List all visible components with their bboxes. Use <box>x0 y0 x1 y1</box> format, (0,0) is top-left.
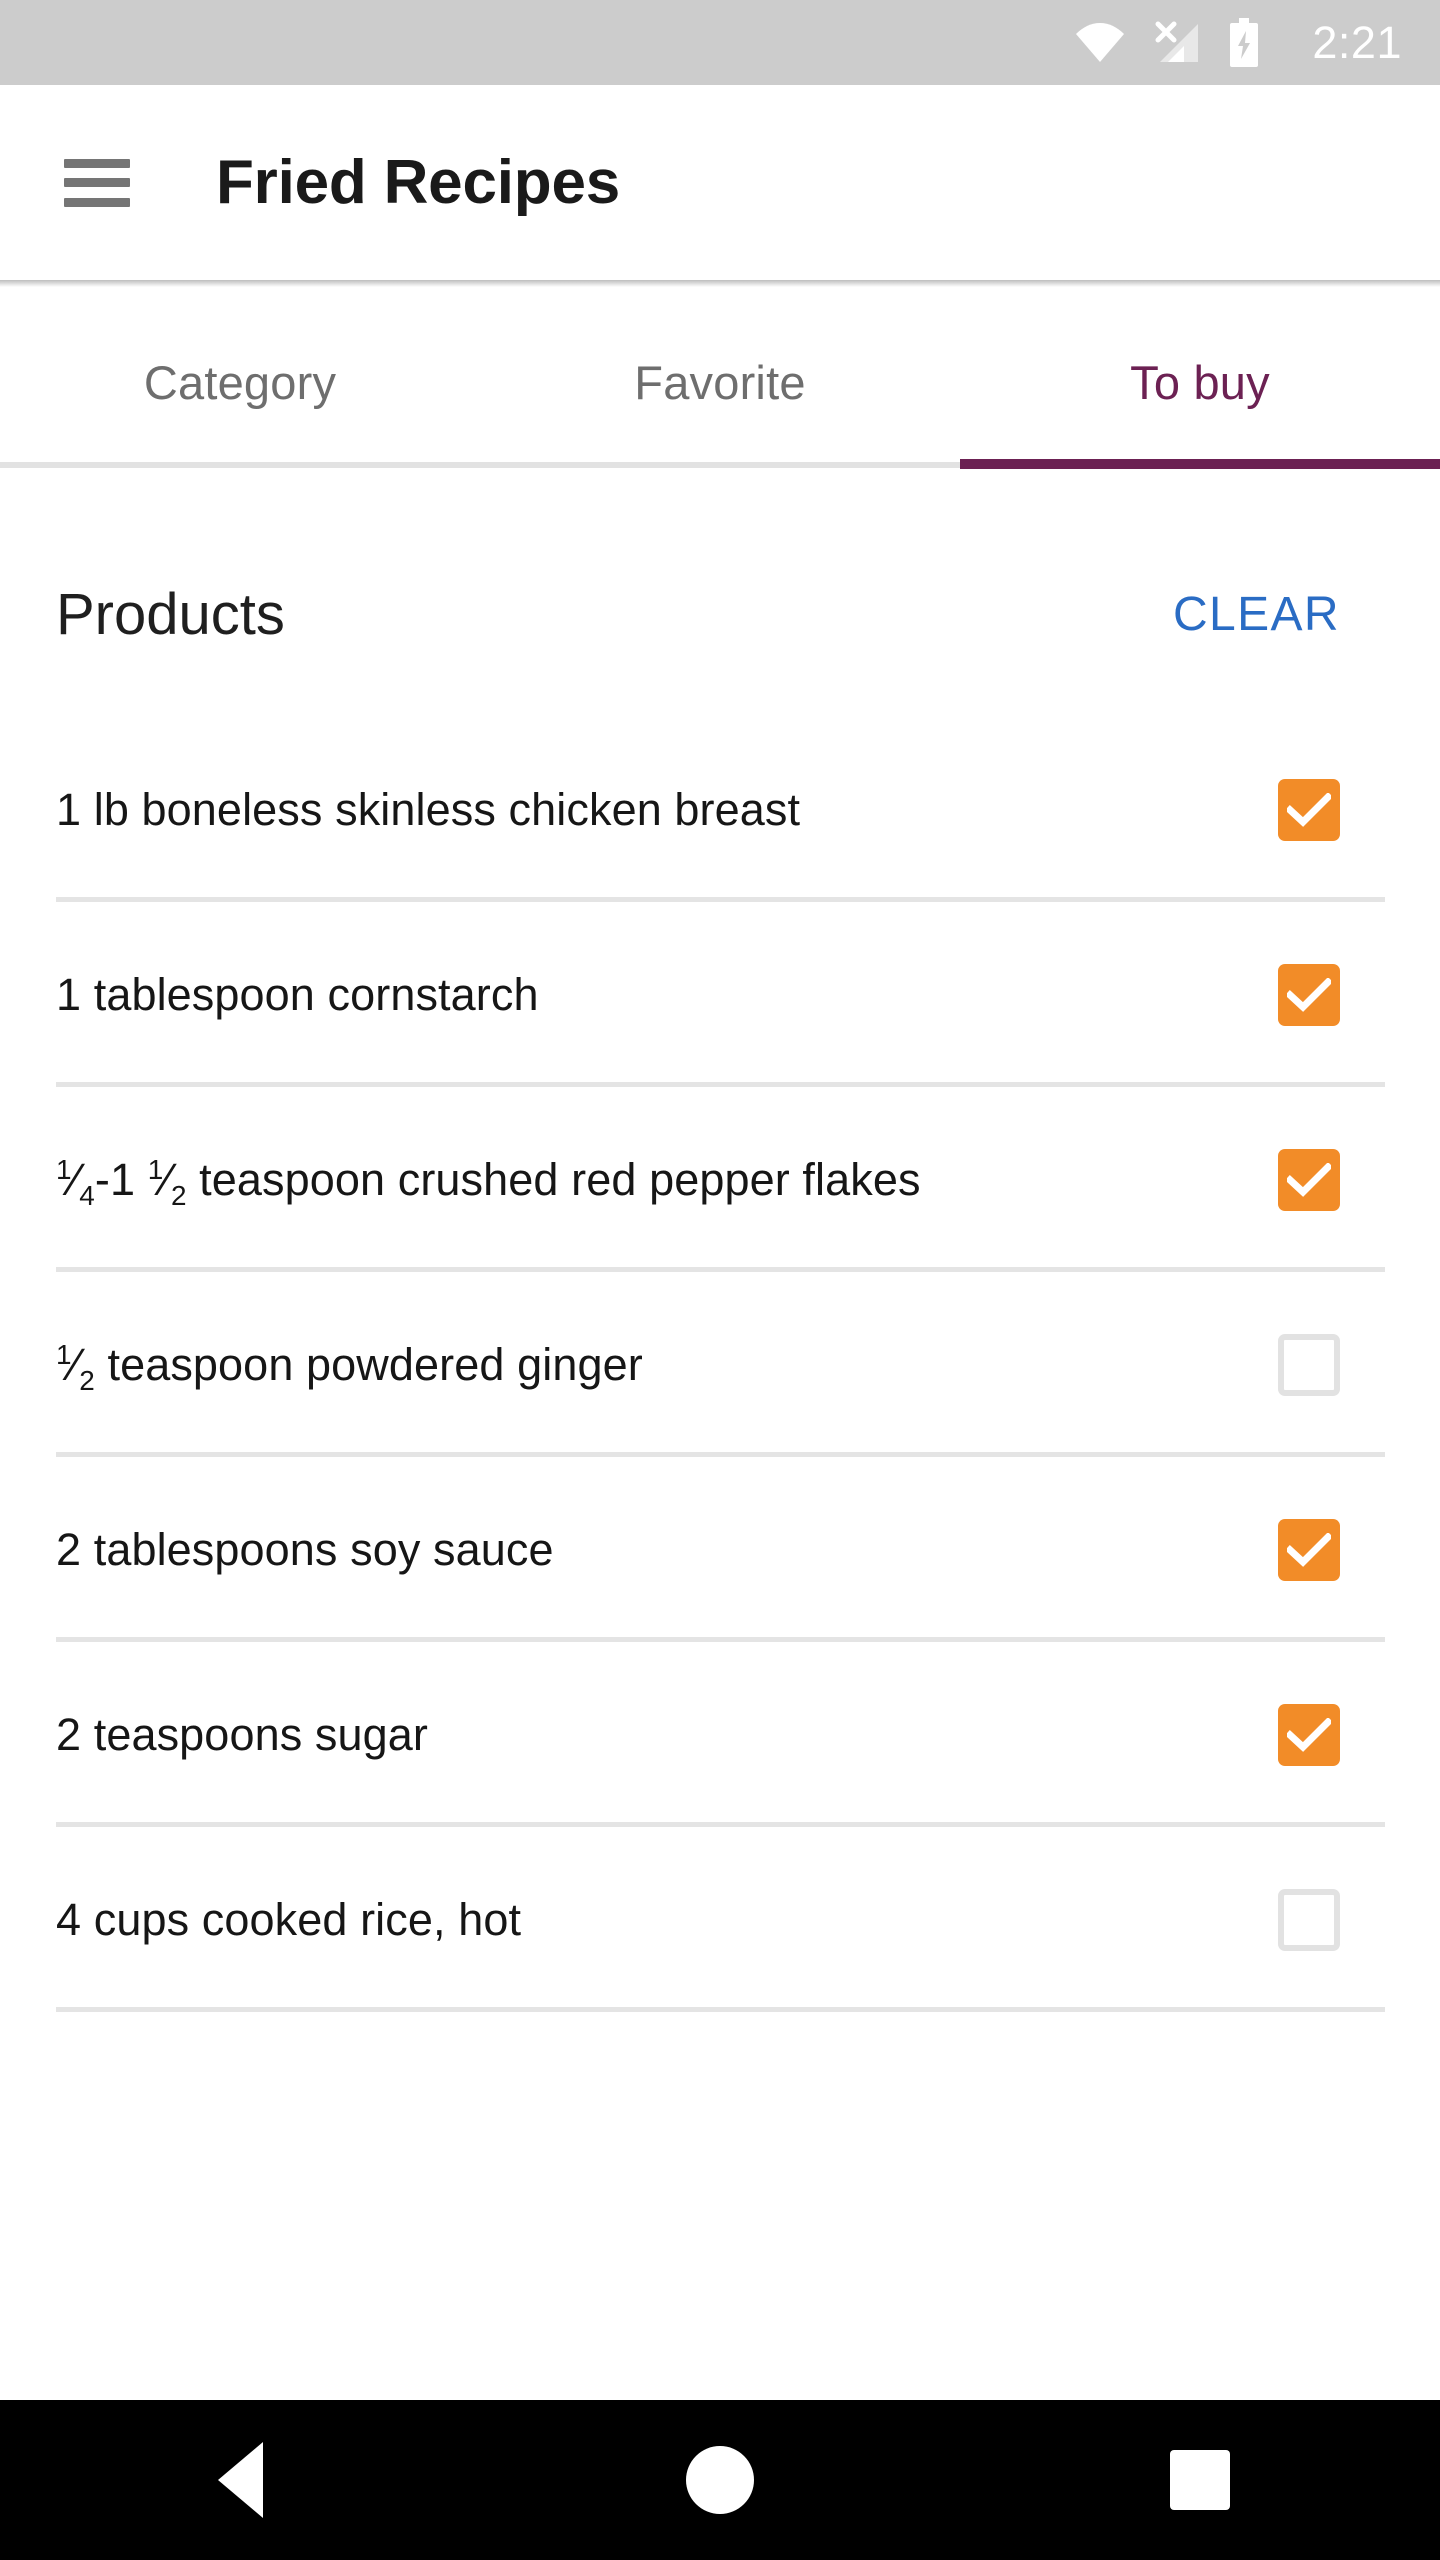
tab-bar: Category Favorite To buy <box>0 287 1440 477</box>
product-label: 2 tablespoons soy sauce <box>56 1523 554 1575</box>
row-divider <box>56 2007 1385 2012</box>
product-row[interactable]: 2 tablespoons soy sauce <box>0 1457 1440 1642</box>
product-checkbox-checked[interactable] <box>1278 963 1340 1026</box>
section-title: Products <box>56 582 285 647</box>
status-bar-clock: 2:21 <box>1312 17 1402 68</box>
product-label: 1⁄4-1 1⁄2 teaspoon crushed red pepper fl… <box>56 1153 921 1211</box>
products-header: Products CLEAR <box>0 540 1440 690</box>
product-checkbox-checked[interactable] <box>1278 1148 1340 1211</box>
app-bar: Fried Recipes <box>0 85 1440 280</box>
check-mark-icon <box>1287 792 1331 827</box>
product-row[interactable]: 1⁄4-1 1⁄2 teaspoon crushed red pepper fl… <box>0 1087 1440 1272</box>
clear-button[interactable]: CLEAR <box>1173 591 1340 639</box>
recents-button[interactable] <box>1100 2400 1300 2560</box>
product-checkbox-unchecked[interactable] <box>1278 1333 1340 1396</box>
square-icon <box>1170 2450 1230 2510</box>
tab-active-indicator <box>960 459 1440 469</box>
android-navigation-bar <box>0 2400 1440 2560</box>
product-row[interactable]: 1⁄2 teaspoon powdered ginger <box>0 1272 1440 1457</box>
product-checkbox-checked[interactable] <box>1278 1518 1340 1581</box>
product-label: 2 teaspoons sugar <box>56 1708 428 1760</box>
triangle-left-icon <box>217 2442 263 2518</box>
product-row[interactable]: 1 tablespoon cornstarch <box>0 902 1440 1087</box>
app-screen: 2:21 Fried Recipes Category Favorite To … <box>0 0 1440 2560</box>
product-row[interactable]: 1 lb boneless skinless chicken breast <box>0 717 1440 902</box>
circle-icon <box>686 2446 754 2514</box>
check-mark-icon <box>1287 1162 1331 1197</box>
tab-category[interactable]: Category <box>0 287 480 477</box>
product-row[interactable]: 4 cups cooked rice, hot <box>0 1827 1440 2012</box>
product-label: 1 tablespoon cornstarch <box>56 968 539 1020</box>
product-label: 1⁄2 teaspoon powdered ginger <box>56 1338 643 1396</box>
wifi-icon <box>1076 22 1125 62</box>
product-checkbox-unchecked[interactable] <box>1278 1888 1340 1951</box>
hamburger-menu-icon[interactable] <box>64 158 130 207</box>
product-label: 1 lb boneless skinless chicken breast <box>56 783 801 835</box>
status-bar: 2:21 <box>0 0 1440 85</box>
check-mark-icon <box>1287 1717 1331 1752</box>
product-checkbox-checked[interactable] <box>1278 1703 1340 1766</box>
tab-to-buy[interactable]: To buy <box>960 287 1440 477</box>
status-bar-icons: 2:21 <box>1074 17 1402 68</box>
battery-charging-icon <box>1230 17 1259 67</box>
product-checkbox-checked[interactable] <box>1278 778 1340 841</box>
back-button[interactable] <box>140 2400 340 2560</box>
tab-favorite[interactable]: Favorite <box>480 287 960 477</box>
products-list: 1 lb boneless skinless chicken breast 1 t… <box>0 717 1440 2012</box>
page-title: Fried Recipes <box>216 147 621 217</box>
app-bar-shadow <box>0 280 1440 287</box>
cellular-no-sim-icon <box>1155 21 1199 62</box>
home-button[interactable] <box>620 2400 820 2560</box>
check-mark-icon <box>1287 977 1331 1012</box>
check-mark-icon <box>1287 1532 1331 1567</box>
product-label: 4 cups cooked rice, hot <box>56 1893 522 1945</box>
product-row[interactable]: 2 teaspoons sugar <box>0 1642 1440 1827</box>
